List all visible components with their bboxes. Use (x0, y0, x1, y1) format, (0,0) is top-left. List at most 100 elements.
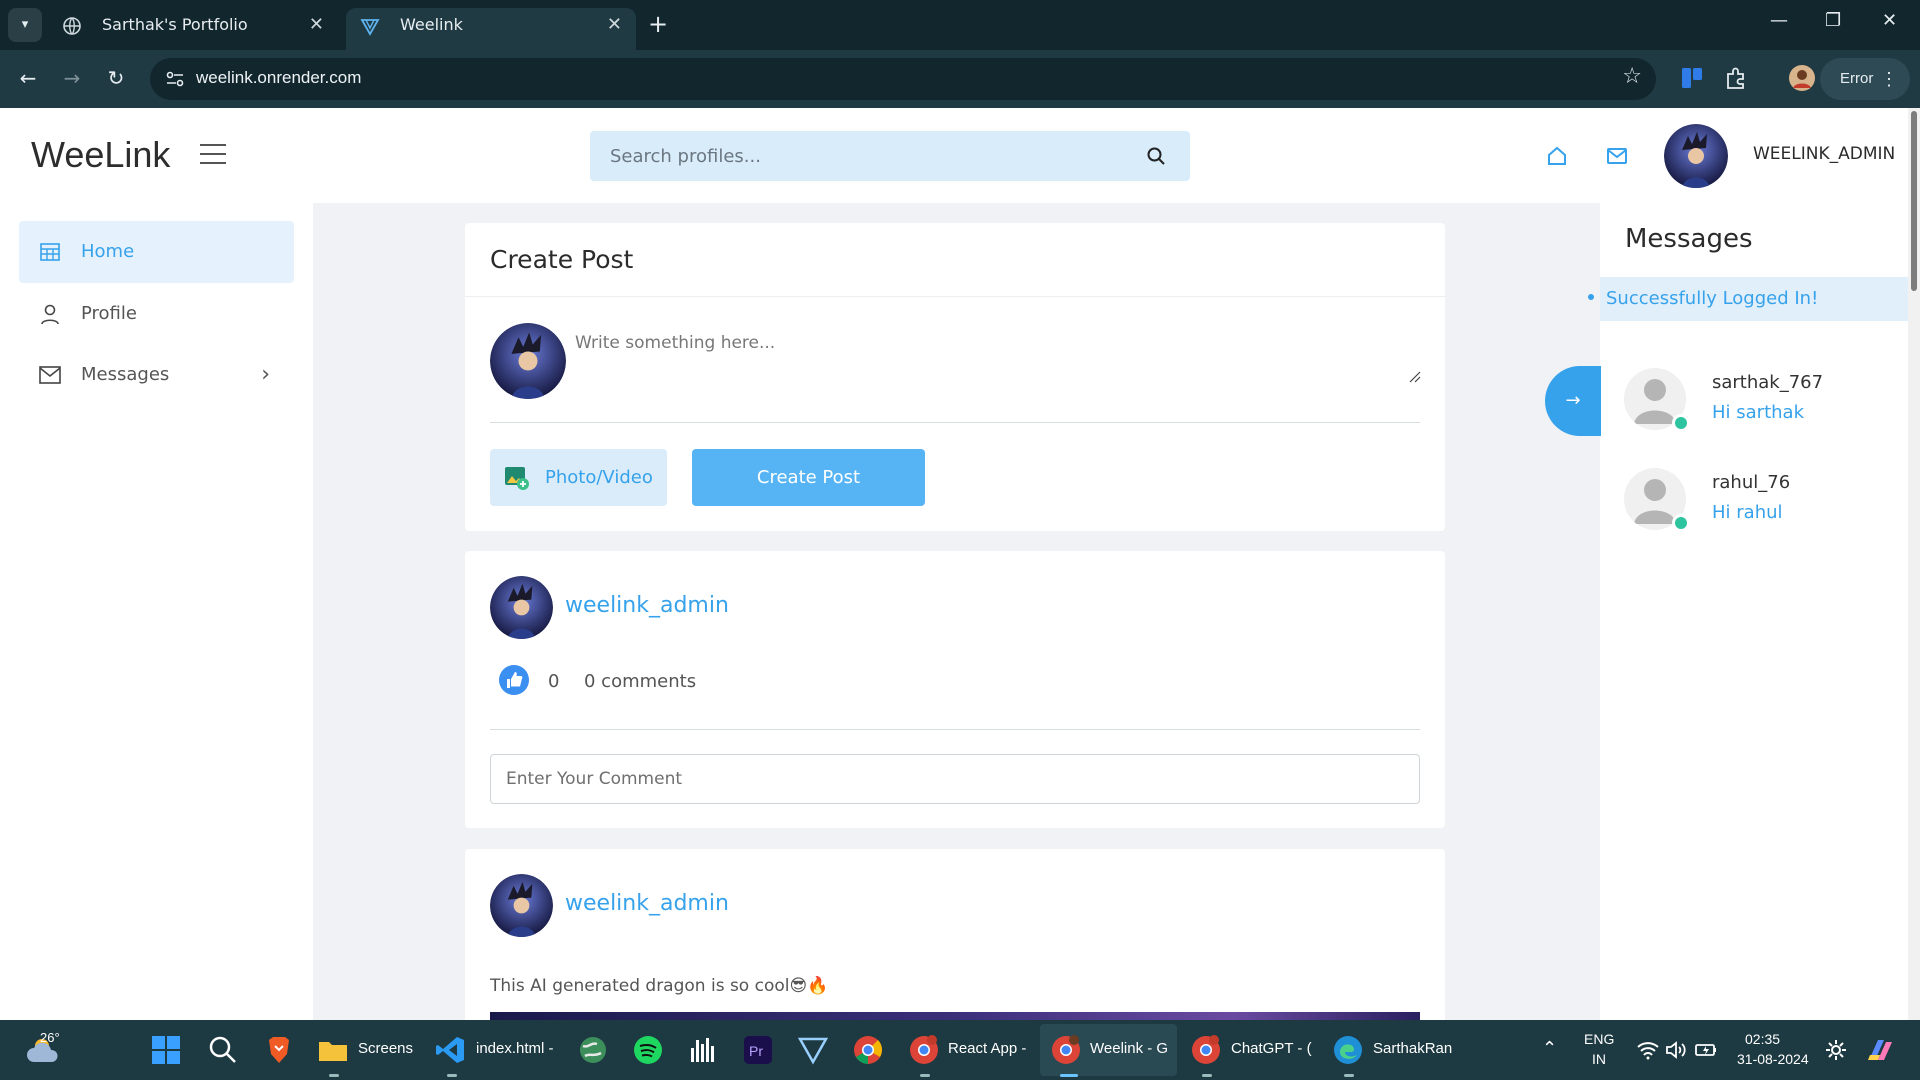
clock-date[interactable]: 31-08-2024 (1737, 1051, 1809, 1067)
taskbar-app-label: index.html - (476, 1040, 554, 1057)
taskbar-app-label: React App - (948, 1040, 1027, 1057)
back-icon[interactable]: ← (12, 62, 44, 94)
close-tab-icon[interactable]: ✕ (607, 8, 622, 42)
chrome-profile-icon[interactable] (1190, 1034, 1222, 1066)
search-input[interactable] (590, 131, 1130, 181)
tab-title: Sarthak's Portfolio (102, 15, 248, 34)
photo-video-button[interactable]: Photo/Video (490, 449, 667, 506)
image-add-icon (505, 467, 529, 490)
tab-search-dropdown[interactable]: ▾ (8, 8, 42, 42)
wifi-icon[interactable] (1636, 1038, 1660, 1062)
contact-last-message: Hi rahul (1712, 502, 1783, 523)
close-window-icon[interactable]: ✕ (1882, 10, 1897, 31)
comment-input[interactable] (490, 754, 1420, 804)
post-author-name[interactable]: weelink_admin (565, 593, 729, 618)
online-status-dot (1672, 414, 1690, 432)
chrome-profile-icon[interactable] (1050, 1034, 1082, 1066)
chevron-up-icon[interactable]: ⌃ (1542, 1038, 1557, 1059)
extensions-puzzle-icon[interactable] (1722, 64, 1750, 92)
app-header: WeeLink WEELINK_ADMIN (0, 108, 1920, 203)
create-post-button[interactable]: Create Post (692, 449, 925, 506)
page-scrollbar[interactable] (1908, 108, 1920, 1020)
user-avatar[interactable] (1664, 124, 1728, 188)
profile-avatar-icon[interactable] (1788, 64, 1816, 92)
folder-icon[interactable] (317, 1034, 349, 1066)
bullet-icon (1588, 294, 1594, 300)
sidebar-item-profile[interactable]: Profile (19, 283, 294, 345)
close-tab-icon[interactable]: ✕ (309, 8, 324, 42)
post-author-name[interactable]: weelink_admin (565, 891, 729, 916)
running-indicator (1060, 1074, 1078, 1077)
input-region[interactable]: IN (1592, 1051, 1606, 1067)
search-icon[interactable] (1146, 146, 1166, 166)
brave-browser-icon[interactable] (263, 1034, 295, 1066)
clock-time[interactable]: 02:35 (1745, 1031, 1780, 1047)
composer-avatar (490, 323, 566, 399)
running-indicator (1344, 1074, 1354, 1077)
spotify-icon[interactable] (632, 1034, 664, 1066)
online-status-dot (1672, 514, 1690, 532)
browser-tab-portfolio[interactable]: Sarthak's Portfolio ✕ (48, 8, 338, 50)
bookmark-star-icon[interactable]: ☆ (1622, 64, 1642, 89)
login-notice: Successfully Logged In! (1588, 277, 1910, 321)
windows-start-icon[interactable] (150, 1034, 182, 1066)
address-bar[interactable]: weelink.onrender.com ☆ (150, 58, 1656, 100)
svg-text:Pr: Pr (749, 1043, 763, 1059)
divider (465, 296, 1445, 297)
premiere-pro-icon[interactable]: Pr (742, 1034, 774, 1066)
taskbar-app-label: Weelink - G (1090, 1040, 1169, 1057)
messages-panel: Messages Successfully Logged In! sarthak… (1588, 203, 1910, 1020)
reload-icon[interactable]: ↻ (100, 62, 132, 94)
app-logo[interactable]: WeeLink (31, 134, 170, 176)
battery-charging-icon[interactable] (1694, 1038, 1718, 1062)
like-thumb-icon[interactable] (498, 664, 530, 696)
mail-icon[interactable] (1605, 144, 1629, 168)
sidebar-item-home[interactable]: Home (19, 221, 294, 283)
hamburger-menu-icon[interactable] (200, 144, 226, 166)
taskbar-app-label: ChatGPT - ( (1231, 1040, 1312, 1057)
post-composer-input[interactable] (575, 323, 1415, 383)
post-image[interactable] (490, 1012, 1420, 1020)
focus-settings-icon[interactable] (1824, 1038, 1848, 1062)
post-author-avatar[interactable] (490, 874, 553, 937)
more-options-icon[interactable]: ⋮ (1880, 58, 1898, 100)
vpn-triangle-icon[interactable] (797, 1034, 829, 1066)
contact-item[interactable]: rahul_76 Hi rahul (1624, 468, 1910, 534)
running-indicator (329, 1074, 339, 1077)
home-icon[interactable] (1545, 144, 1569, 168)
restore-icon[interactable]: ❐ (1825, 10, 1841, 31)
notice-text: Successfully Logged In! (1606, 288, 1819, 309)
url-text: weelink.onrender.com (196, 68, 362, 87)
search-icon[interactable] (207, 1034, 239, 1066)
globe-app-icon[interactable] (577, 1034, 609, 1066)
chrome-icon[interactable] (852, 1034, 884, 1066)
browser-tab-weelink[interactable]: Weelink ✕ (346, 8, 636, 50)
forward-icon[interactable]: → (56, 62, 88, 94)
header-username[interactable]: WEELINK_ADMIN (1753, 144, 1895, 164)
mail-icon (39, 366, 61, 384)
input-language[interactable]: ENG (1584, 1031, 1614, 1047)
arrow-right-icon[interactable]: → (1545, 366, 1601, 436)
chrome-profile-icon[interactable] (908, 1034, 940, 1066)
copilot-icon[interactable] (1864, 1034, 1896, 1066)
messages-title: Messages (1625, 224, 1753, 254)
volume-icon[interactable] (1664, 1038, 1688, 1062)
weelink-app: WeeLink WEELINK_ADMIN Home Profile Messa… (0, 108, 1920, 1020)
vscode-icon[interactable] (435, 1034, 467, 1066)
minimize-icon[interactable]: — (1770, 10, 1788, 31)
profile-error-button[interactable]: Error ⋮ (1820, 58, 1910, 100)
weather-temp: 26° (40, 1030, 60, 1045)
resize-handle-icon[interactable] (1409, 371, 1421, 383)
running-indicator (447, 1074, 457, 1077)
trello-extension-icon[interactable] (1678, 64, 1706, 92)
sidebar-item-messages[interactable]: Messages › (19, 344, 294, 406)
post-author-avatar[interactable] (490, 576, 553, 639)
comment-count[interactable]: 0 comments (584, 671, 696, 692)
scrollbar-thumb[interactable] (1911, 111, 1917, 291)
edge-icon[interactable] (1332, 1034, 1364, 1066)
new-tab-icon[interactable]: + (648, 10, 668, 38)
audio-levels-icon[interactable] (687, 1034, 719, 1066)
site-settings-icon[interactable] (164, 68, 186, 90)
contact-item[interactable]: sarthak_767 Hi sarthak (1624, 368, 1910, 434)
create-post-title: Create Post (490, 245, 634, 274)
